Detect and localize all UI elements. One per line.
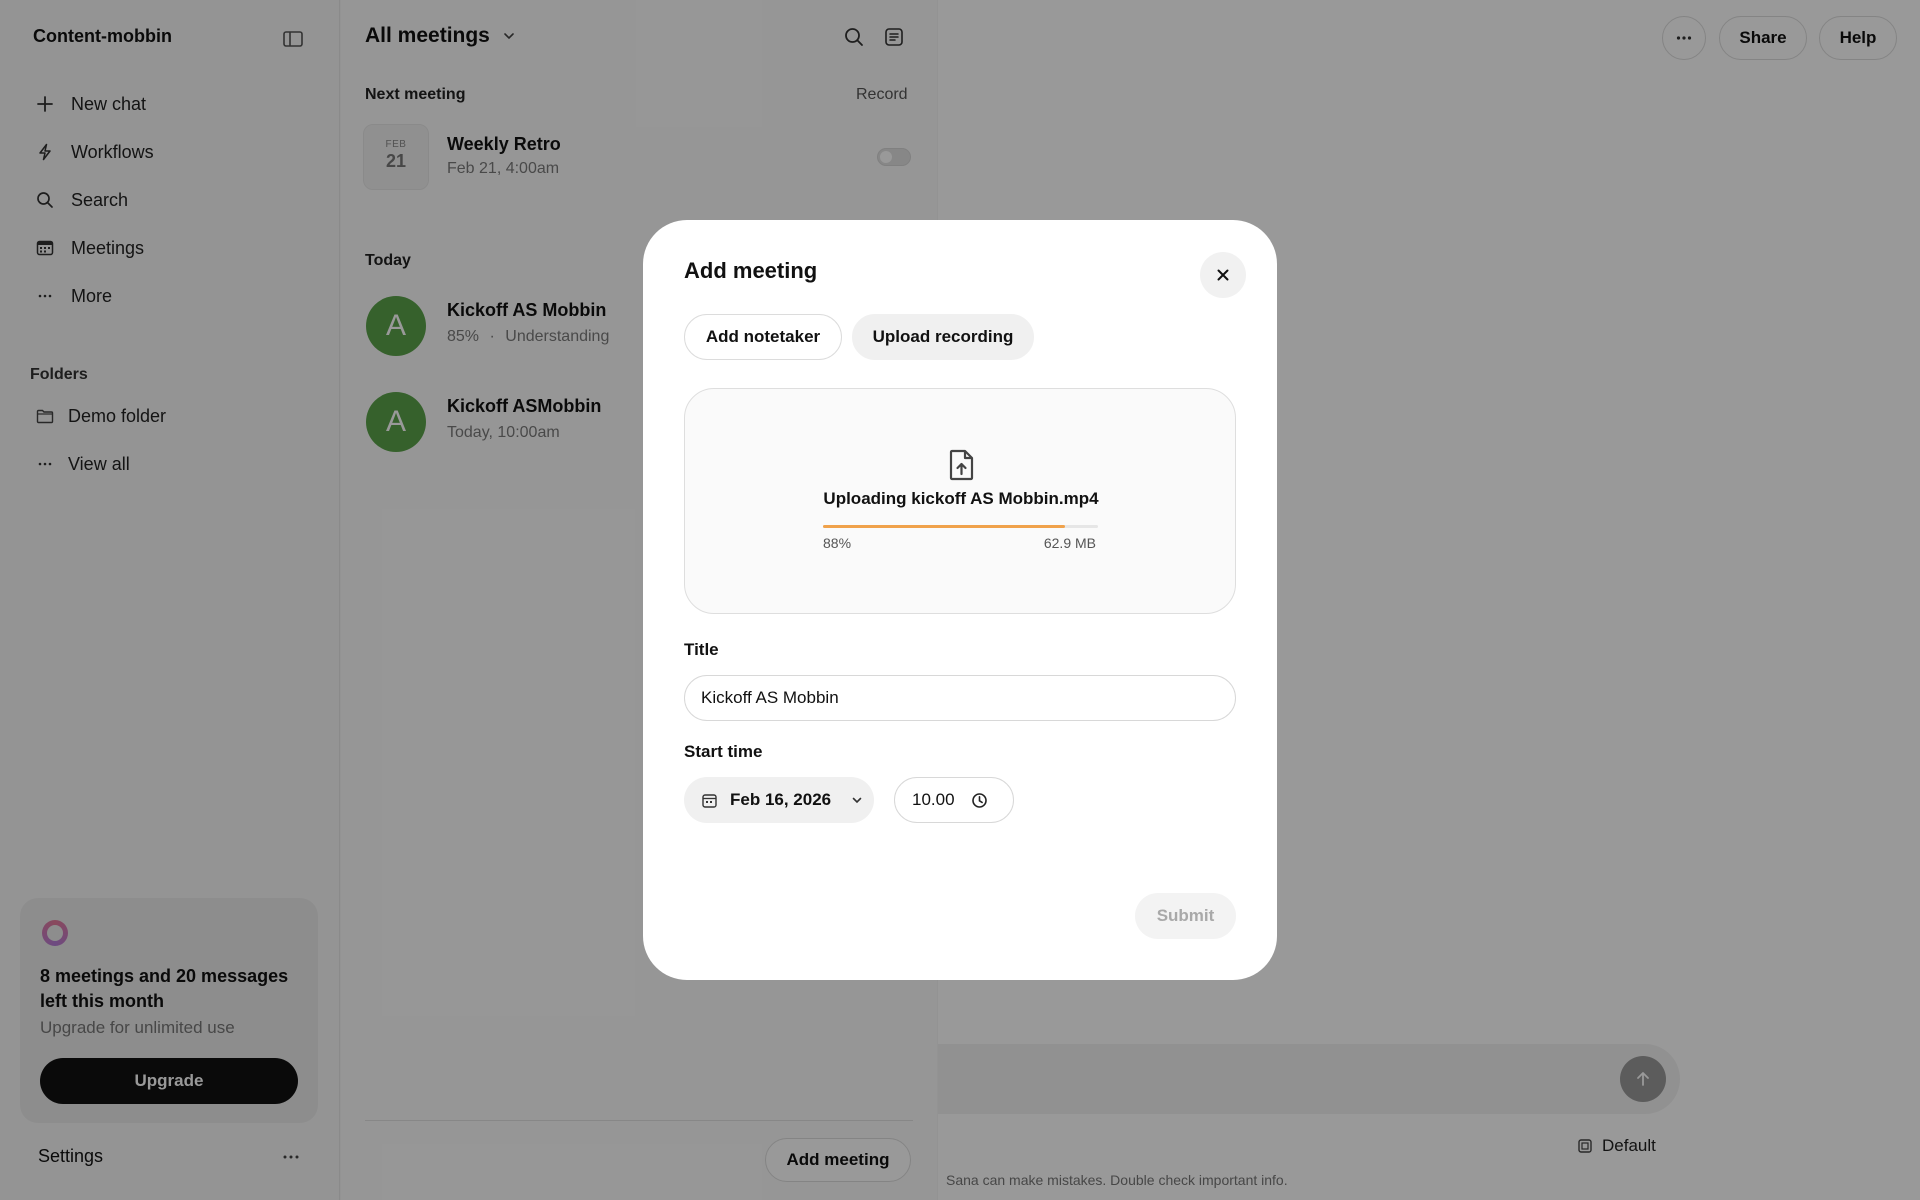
upload-filename: Uploading kickoff AS Mobbin.mp4 (823, 489, 1099, 508)
upload-progress-fill (823, 525, 1065, 528)
add-meeting-modal: Add meeting Add notetaker Upload recordi… (643, 220, 1277, 980)
title-label: Title (684, 640, 719, 659)
time-value: 10.00 (912, 790, 955, 809)
close-icon (1217, 269, 1229, 281)
submit-button[interactable]: Submit (1135, 893, 1236, 939)
time-picker-button[interactable]: 10.00 (894, 777, 1014, 823)
title-input[interactable] (684, 675, 1236, 721)
date-value: Feb 16, 2026 (730, 790, 832, 809)
upload-file-size: 62.9 MB (1043, 535, 1096, 551)
file-upload-icon (948, 449, 976, 481)
start-time-label: Start time (684, 742, 763, 761)
tab-upload-recording[interactable]: Upload recording (852, 314, 1034, 360)
calendar-icon (702, 793, 717, 808)
upload-progress-percent: 88% (823, 535, 852, 551)
clock-icon (971, 792, 988, 809)
tab-add-notetaker[interactable]: Add notetaker (684, 314, 842, 360)
upload-dropzone[interactable]: Uploading kickoff AS Mobbin.mp4 88% 62.9… (684, 388, 1236, 614)
date-picker-button[interactable]: Feb 16, 2026 (684, 777, 874, 823)
modal-title: Add meeting (684, 258, 818, 283)
chevron-down-icon (851, 794, 863, 806)
upload-progress-bar (823, 525, 1098, 528)
close-button[interactable] (1200, 252, 1246, 298)
